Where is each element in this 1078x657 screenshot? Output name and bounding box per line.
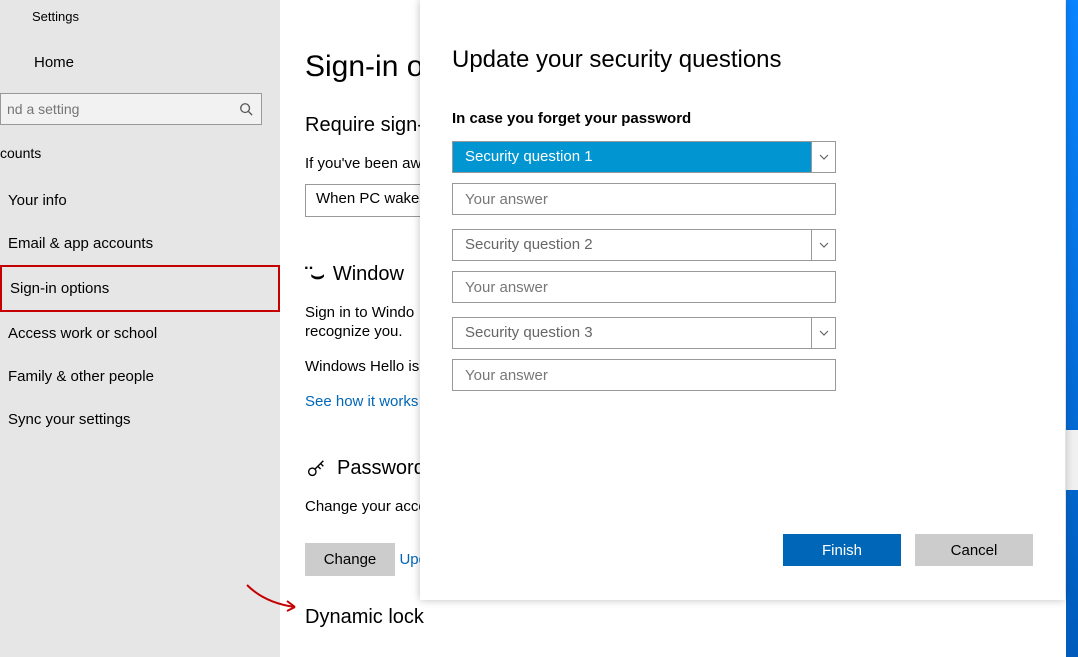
home-link[interactable]: Home — [0, 24, 280, 71]
answer-2-input[interactable] — [452, 271, 836, 303]
question-block-1: Security question 1 — [452, 141, 1033, 215]
security-question-1-label: Security question 1 — [453, 142, 811, 172]
dialog-hint: In case you forget your password — [452, 110, 1033, 127]
app-title: Settings — [0, 0, 280, 24]
dialog-title: Update your security questions — [452, 46, 1033, 74]
security-question-2-label: Security question 2 — [453, 230, 811, 260]
security-question-2-select[interactable]: Security question 2 — [452, 229, 836, 261]
sidebar-section-accounts: counts — [0, 125, 280, 161]
dialog-button-row: Finish Cancel — [783, 534, 1033, 566]
security-question-3-label: Security question 3 — [453, 318, 811, 348]
cancel-button[interactable]: Cancel — [915, 534, 1033, 566]
search-icon — [239, 102, 253, 116]
sidebar-item-email-accounts[interactable]: Email & app accounts — [0, 222, 280, 265]
dynamic-lock-header: Dynamic lock — [305, 606, 1075, 629]
question-block-2: Security question 2 — [452, 229, 1033, 303]
chevron-down-icon — [811, 142, 835, 172]
windows-hello-header: Window — [333, 263, 404, 286]
change-password-button[interactable]: Change — [305, 543, 395, 576]
question-block-3: Security question 3 — [452, 317, 1033, 391]
security-question-3-select[interactable]: Security question 3 — [452, 317, 836, 349]
sidebar-item-access-work-school[interactable]: Access work or school — [0, 312, 280, 355]
sidebar-item-sync-settings[interactable]: Sync your settings — [0, 398, 280, 441]
search-box[interactable] — [0, 93, 262, 125]
sidebar-item-sign-in-options[interactable]: Sign-in options — [0, 265, 280, 312]
chevron-down-icon — [811, 318, 835, 348]
chevron-down-icon — [811, 230, 835, 260]
password-header: Password — [337, 457, 425, 480]
answer-3-input[interactable] — [452, 359, 836, 391]
security-question-1-select[interactable]: Security question 1 — [452, 141, 836, 173]
search-input[interactable] — [7, 101, 239, 117]
security-questions-dialog: Update your security questions In case y… — [420, 0, 1065, 600]
answer-1-input[interactable] — [452, 183, 836, 215]
smile-icon: ¨⌣ — [305, 268, 323, 282]
settings-sidebar: Settings Home counts Your info Email & a… — [0, 0, 280, 657]
see-how-it-works-link[interactable]: See how it works — [305, 393, 418, 410]
sidebar-item-family-people[interactable]: Family & other people — [0, 355, 280, 398]
sidebar-item-your-info[interactable]: Your info — [0, 179, 280, 222]
finish-button[interactable]: Finish — [783, 534, 901, 566]
sidebar-nav: Your info Email & app accounts Sign-in o… — [0, 179, 280, 441]
key-icon — [305, 458, 327, 480]
